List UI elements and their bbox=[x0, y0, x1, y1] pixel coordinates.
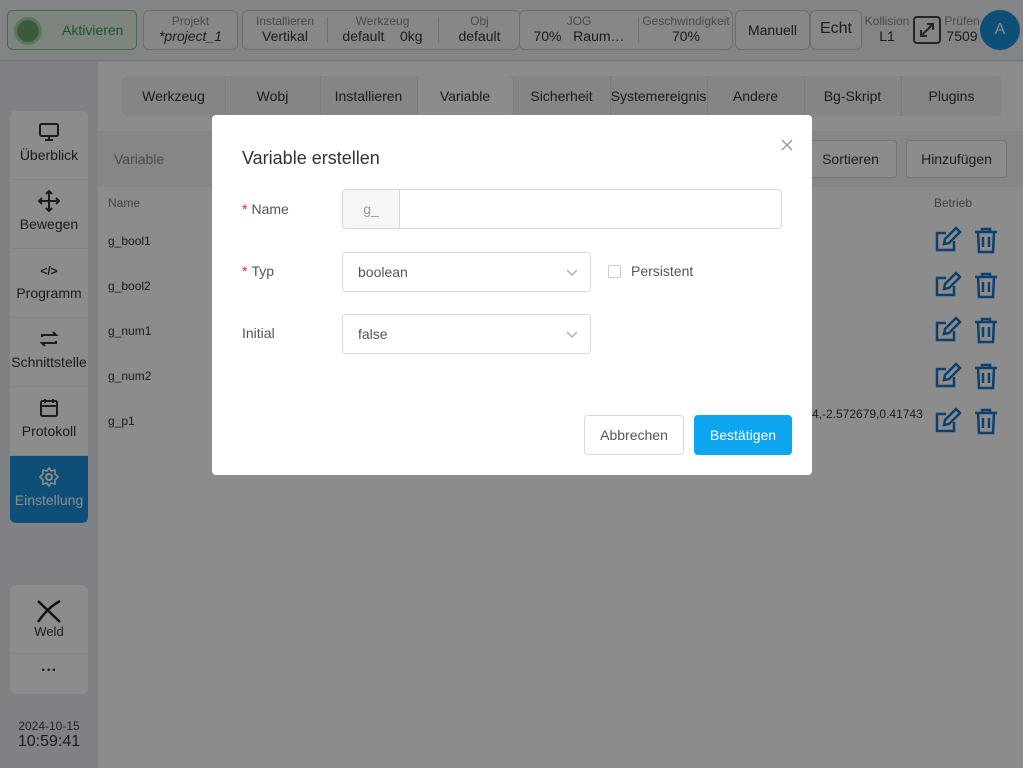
persistent-label: Persistent bbox=[631, 263, 694, 279]
name-label-text: Name bbox=[251, 201, 289, 217]
initial-select[interactable]: false bbox=[342, 314, 591, 354]
chevron-down-icon bbox=[566, 269, 578, 276]
chevron-down-icon bbox=[566, 331, 578, 338]
initial-field-label: Initial bbox=[242, 325, 275, 341]
type-select[interactable]: boolean bbox=[342, 252, 591, 292]
cancel-button[interactable]: Abbrechen bbox=[584, 415, 684, 455]
required-mark: * bbox=[242, 263, 248, 279]
name-field-label: * Name bbox=[242, 201, 289, 217]
type-label-text: Typ bbox=[251, 263, 275, 279]
confirm-button[interactable]: Bestätigen bbox=[694, 415, 792, 455]
required-mark: * bbox=[242, 201, 248, 217]
name-input[interactable] bbox=[399, 189, 782, 229]
close-icon[interactable] bbox=[778, 136, 796, 154]
create-variable-dialog: Variable erstellen * Name g_ * Typ boolean… bbox=[212, 115, 812, 475]
initial-select-value: false bbox=[358, 326, 388, 342]
type-field-label: * Typ bbox=[242, 263, 274, 279]
type-select-value: boolean bbox=[358, 264, 408, 280]
name-prefix: g_ bbox=[342, 189, 400, 229]
dialog-title: Variable erstellen bbox=[242, 148, 380, 168]
persistent-checkbox[interactable] bbox=[608, 265, 621, 278]
